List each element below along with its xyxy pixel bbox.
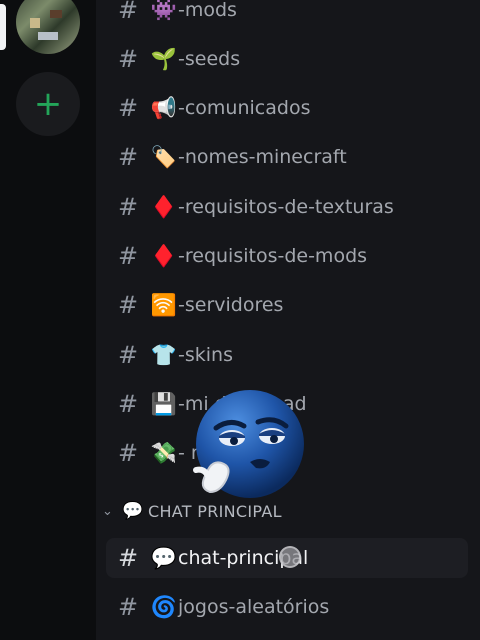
- hash-icon: #: [118, 291, 139, 319]
- channel-item[interactable]: # 👾 -mods: [118, 0, 468, 30]
- channel-emoji: 🌱: [150, 46, 178, 71]
- hash-icon: #: [118, 94, 139, 122]
- server-avatar-art: [38, 32, 58, 40]
- channel-name: -comunicados: [178, 97, 311, 119]
- channel-emoji: 💬: [150, 545, 178, 570]
- channel-emoji: 👾: [150, 0, 178, 22]
- channel-item[interactable]: # ♦️ -requisitos-de-texturas: [118, 187, 468, 227]
- hash-icon: #: [118, 0, 139, 24]
- hash-icon: #: [118, 193, 139, 221]
- channel-emoji: 💾: [150, 391, 178, 416]
- channel-name: -requisitos-de-mods: [178, 245, 368, 267]
- thinking-emoji-sticker-icon: [193, 390, 304, 498]
- channel-emoji: 🌀: [150, 594, 178, 619]
- channel-item[interactable]: # 🏷️ -nomes-minecraft: [118, 137, 468, 177]
- channel-emoji: 📢: [150, 95, 178, 120]
- channel-name: -nomes-minecraft: [178, 146, 347, 168]
- channel-item[interactable]: # 🛜 -servidores: [118, 285, 468, 325]
- channel-item[interactable]: # ♦️ -requisitos-de-mods: [118, 236, 468, 276]
- server-avatar-art: [30, 18, 40, 28]
- channel-emoji: 💸: [150, 440, 178, 465]
- channel-emoji: 🛜: [150, 292, 178, 317]
- channel-emoji: 🏷️: [150, 144, 178, 169]
- channel-list: # 👾 -mods # 🌱 -seeds # 📢 -comunicados # …: [96, 0, 480, 640]
- channel-name: jogos-aleatórios: [178, 596, 330, 618]
- channel-emoji: ♦️: [150, 194, 178, 219]
- channel-item[interactable]: # 👕 -skins: [118, 335, 468, 375]
- channel-emoji: 👕: [150, 342, 178, 367]
- channel-item[interactable]: # 🌱 -seeds: [118, 39, 468, 79]
- hash-icon: #: [118, 439, 139, 467]
- touch-indicator: [279, 546, 301, 568]
- hash-icon: #: [118, 593, 139, 621]
- hash-icon: #: [118, 390, 139, 418]
- channel-name: -skins: [178, 344, 233, 366]
- channel-name: -requisitos-de-texturas: [178, 196, 394, 218]
- add-server-button[interactable]: +: [16, 72, 80, 136]
- server-rail: +: [0, 0, 96, 640]
- hash-icon: #: [118, 143, 139, 171]
- selected-server-pill: [0, 4, 6, 50]
- hash-icon: #: [118, 242, 139, 270]
- chevron-down-icon: ⌄: [102, 503, 113, 519]
- hash-icon: #: [118, 544, 139, 572]
- channel-name: -servidores: [178, 294, 284, 316]
- channel-item[interactable]: # 📢 -comunicados: [118, 88, 468, 128]
- channel-name: -mods: [178, 0, 237, 21]
- channel-name: -seeds: [178, 48, 241, 70]
- channel-item[interactable]: # 🌀 jogos-aleatórios: [118, 587, 468, 627]
- hash-icon: #: [118, 341, 139, 369]
- server-avatar-art: [50, 10, 62, 18]
- hash-icon: #: [118, 45, 139, 73]
- server-avatar[interactable]: [16, 0, 80, 54]
- channel-emoji: ♦️: [150, 243, 178, 268]
- category-emoji: 💬: [122, 501, 144, 521]
- plus-icon: +: [33, 84, 63, 124]
